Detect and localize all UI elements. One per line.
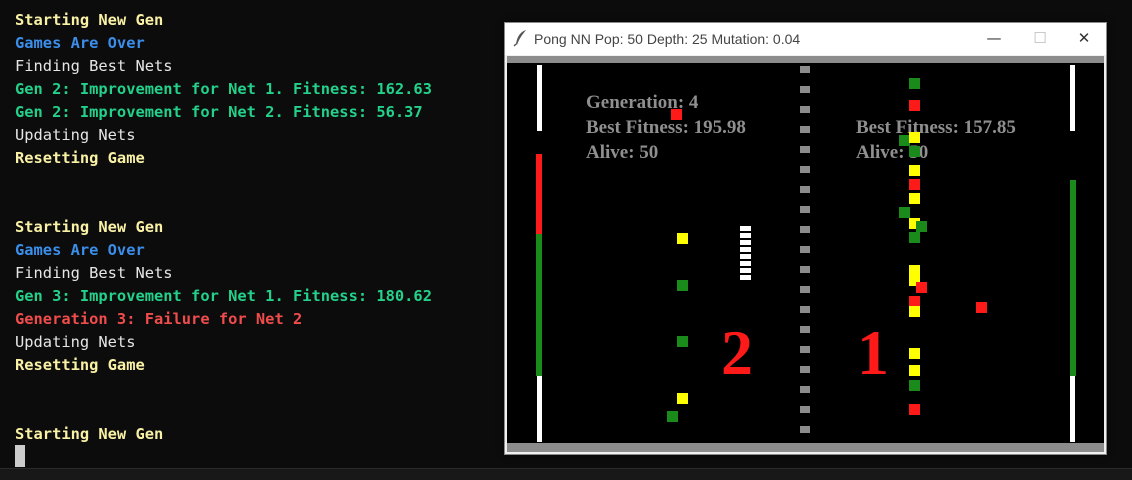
terminal-line: Finding Best Nets — [15, 264, 173, 282]
ball — [909, 404, 920, 415]
ball — [677, 280, 688, 291]
net-dash — [800, 306, 810, 313]
terminal-bottom-bar — [0, 468, 1132, 480]
ball — [909, 193, 920, 204]
ball — [916, 221, 927, 232]
terminal-line: Games Are Over — [15, 241, 145, 259]
ball — [677, 393, 688, 404]
ball — [899, 207, 910, 218]
terminal-line: Starting New Gen — [15, 218, 164, 236]
net-dash — [800, 286, 810, 293]
right-goal-line-bottom — [1070, 376, 1075, 442]
terminal-line: Starting New Gen — [15, 11, 164, 29]
net-dash — [800, 186, 810, 193]
window-titlebar[interactable]: Pong NN Pop: 50 Depth: 25 Mutation: 0.04… — [505, 23, 1106, 55]
net-dash — [800, 206, 810, 213]
net-dash — [800, 366, 810, 373]
close-button[interactable]: ✕ — [1061, 23, 1107, 55]
left-alive-count: Alive: 50 — [586, 142, 659, 163]
ball — [909, 232, 920, 243]
ball — [677, 233, 688, 244]
terminal-line: Gen 2: Improvement for Net 2. Fitness: 5… — [15, 103, 423, 121]
net-dash — [800, 66, 810, 73]
net-dash — [800, 426, 810, 433]
window-title: Pong NN Pop: 50 Depth: 25 Mutation: 0.04 — [534, 31, 801, 47]
ball — [909, 146, 920, 157]
terminal-line: Resetting Game — [15, 356, 145, 374]
net-dash — [800, 266, 810, 273]
right-hud: Best Fitness: 157.85 Alive: 50 — [856, 115, 1016, 165]
terminal-cursor — [15, 445, 25, 467]
ball — [909, 306, 920, 317]
left-paddle-red — [536, 154, 542, 234]
left-score: 2 — [721, 317, 753, 388]
left-paddle-green — [536, 234, 542, 376]
left-hud: Generation: 4 Best Fitness: 195.98 Alive… — [586, 90, 746, 165]
top-wall — [507, 56, 1104, 63]
right-best-fitness: Best Fitness: 157.85 — [856, 117, 1016, 138]
net-dash — [800, 146, 810, 153]
terminal-line: Games Are Over — [15, 34, 145, 52]
ball — [909, 165, 920, 176]
net-dash — [800, 346, 810, 353]
ball — [909, 100, 920, 111]
terminal-line: Generation 3: Failure for Net 2 — [15, 310, 303, 328]
net-dash — [800, 106, 810, 113]
ball — [909, 132, 920, 143]
feather-icon — [513, 30, 526, 47]
net-dash — [800, 126, 810, 133]
ball — [909, 348, 920, 359]
left-goal-line-top — [537, 65, 542, 131]
ball — [909, 78, 920, 89]
ball — [909, 179, 920, 190]
bottom-wall — [507, 443, 1104, 452]
ball-cluster-white — [740, 226, 751, 282]
right-goal-line-top — [1070, 65, 1075, 131]
terminal-line: Gen 2: Improvement for Net 1. Fitness: 1… — [15, 80, 432, 98]
net-dash — [800, 86, 810, 93]
left-goal-line-bottom — [537, 376, 542, 442]
pong-window[interactable]: Pong NN Pop: 50 Depth: 25 Mutation: 0.04… — [504, 22, 1107, 455]
net-dash — [800, 166, 810, 173]
right-score: 1 — [857, 317, 889, 388]
ball — [976, 302, 987, 313]
net-dash — [800, 246, 810, 253]
net-dash — [800, 226, 810, 233]
terminal-line: Gen 3: Improvement for Net 1. Fitness: 1… — [15, 287, 432, 305]
terminal-line: Updating Nets — [15, 126, 136, 144]
game-canvas[interactable]: Generation: 4 Best Fitness: 195.98 Alive… — [507, 56, 1104, 452]
maximize-button[interactable]: ☐ — [1017, 23, 1063, 55]
ball — [677, 336, 688, 347]
terminal-line: Updating Nets — [15, 333, 136, 351]
terminal-line: Resetting Game — [15, 149, 145, 167]
terminal-line: Finding Best Nets — [15, 57, 173, 75]
left-best-fitness: Best Fitness: 195.98 — [586, 117, 746, 138]
terminal-line: Starting New Gen — [15, 425, 164, 443]
net-dash — [800, 386, 810, 393]
net-dash — [800, 326, 810, 333]
right-paddle-green — [1070, 180, 1076, 376]
net-dash — [800, 406, 810, 413]
ball — [667, 411, 678, 422]
ball — [671, 109, 682, 120]
ball — [909, 380, 920, 391]
ball — [916, 282, 927, 293]
ball — [909, 365, 920, 376]
minimize-button[interactable]: — — [971, 23, 1017, 55]
